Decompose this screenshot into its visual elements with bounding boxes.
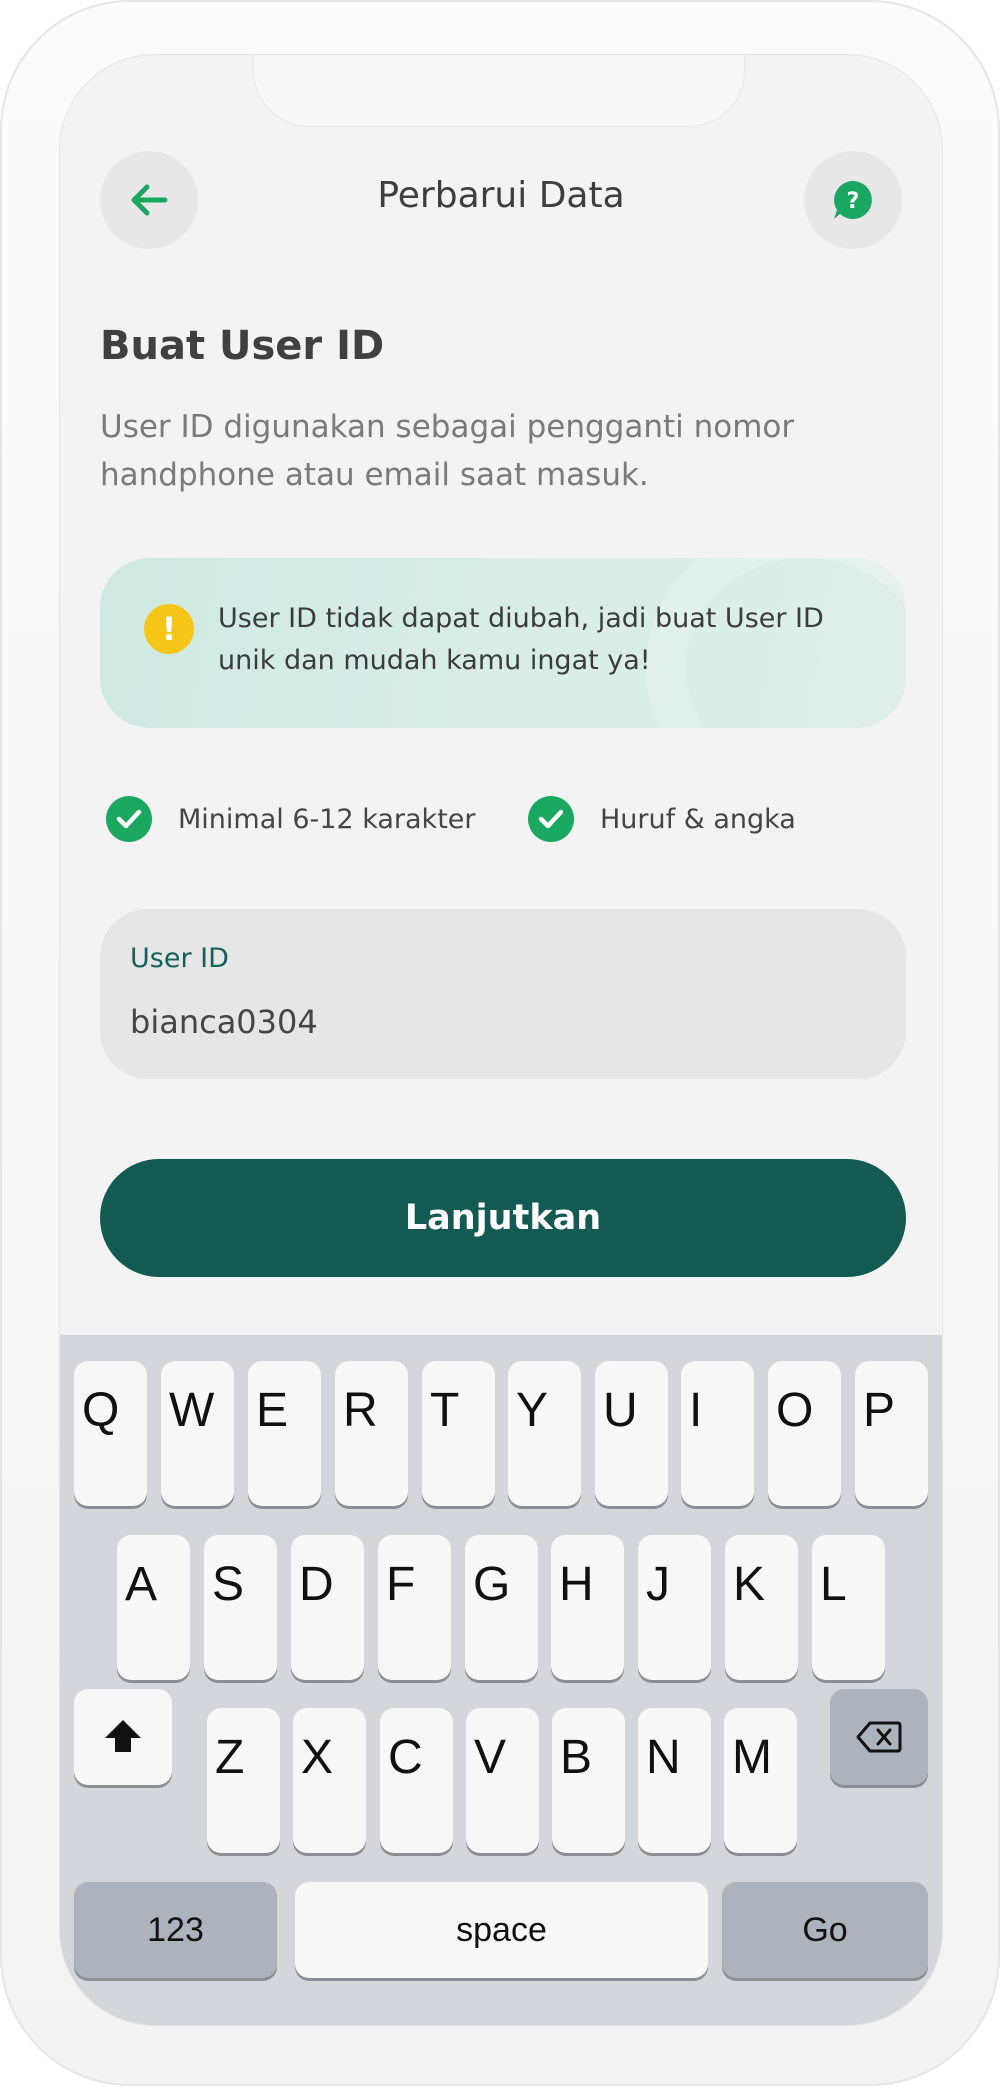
key-a[interactable]: A [117,1535,190,1680]
key-v[interactable]: V [466,1708,539,1853]
help-chat-icon: ? [834,181,872,219]
user-id-label: User ID [130,943,229,974]
key-s[interactable]: S [204,1535,277,1680]
notch [253,55,745,127]
backspace-icon [856,1721,902,1753]
key-t[interactable]: T [422,1361,495,1506]
key-r[interactable]: R [335,1361,408,1506]
numbers-key[interactable]: 123 [74,1882,277,1978]
check-circle-icon [528,796,574,842]
user-id-input[interactable] [130,997,870,1047]
shift-key[interactable] [74,1689,172,1785]
rule-length: Minimal 6-12 karakter [106,795,476,843]
warning-icon: ! [144,604,194,654]
key-o[interactable]: O [768,1361,841,1506]
key-m[interactable]: M [724,1708,797,1853]
rule-label: Huruf & angka [600,803,796,835]
key-e[interactable]: E [248,1361,321,1506]
key-n[interactable]: N [638,1708,711,1853]
screen: Perbarui Data ? Buat User ID User ID dig… [60,55,942,2025]
backspace-key[interactable] [830,1689,928,1785]
key-y[interactable]: Y [508,1361,581,1506]
key-k[interactable]: K [725,1535,798,1680]
shift-icon [105,1720,141,1752]
help-glyph: ? [847,189,860,214]
key-j[interactable]: J [638,1535,711,1680]
help-button[interactable]: ? [804,151,902,249]
notice-text: User ID tidak dapat diubah, jadi buat Us… [218,603,824,676]
continue-button[interactable]: Lanjutkan [100,1159,906,1277]
phone-frame: Perbarui Data ? Buat User ID User ID dig… [0,0,1000,2086]
key-w[interactable]: W [161,1361,234,1506]
check-circle-icon [106,796,152,842]
key-g[interactable]: G [465,1535,538,1680]
user-id-field[interactable]: User ID [100,909,906,1079]
key-l[interactable]: L [812,1535,885,1680]
key-b[interactable]: B [552,1708,625,1853]
key-u[interactable]: U [595,1361,668,1506]
section-description: User ID digunakan sebagai pengganti nomo… [100,409,795,493]
key-q[interactable]: Q [74,1361,147,1506]
key-p[interactable]: P [855,1361,928,1506]
rule-alphanumeric: Huruf & angka [528,795,796,843]
warning-notice: ! User ID tidak dapat diubah, jadi buat … [100,558,906,728]
key-x[interactable]: X [293,1708,366,1853]
key-i[interactable]: I [681,1361,754,1506]
go-key[interactable]: Go [722,1882,928,1978]
keyboard: Q W E R T Y U I O P A S D F G H J K L Z … [60,1335,942,2025]
key-c[interactable]: C [380,1708,453,1853]
key-d[interactable]: D [291,1535,364,1680]
section-heading: Buat User ID [100,323,385,369]
key-h[interactable]: H [551,1535,624,1680]
space-key[interactable]: space [295,1882,708,1978]
key-f[interactable]: F [378,1535,451,1680]
key-z[interactable]: Z [207,1708,280,1853]
rule-label: Minimal 6-12 karakter [178,803,476,835]
